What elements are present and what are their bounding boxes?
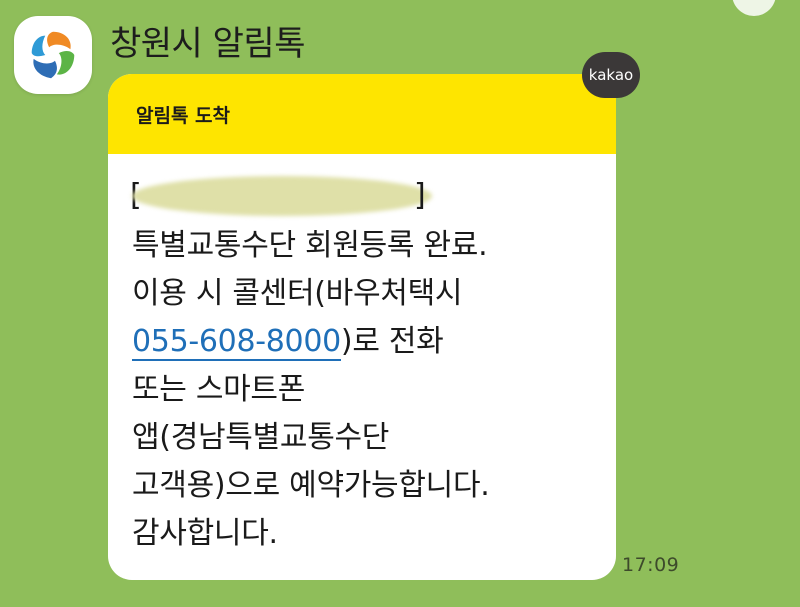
phone-number-link[interactable]: 055-608-8000 (132, 324, 341, 361)
message-line-1: 특별교통수단 회원등록 완료. (132, 228, 488, 263)
sender-name: 창원시 알림톡 (110, 24, 306, 64)
message-line-5: 앱(경남특별교통수단 (132, 420, 390, 455)
message-header: 알림톡 도착 (108, 74, 616, 154)
message-body: [ ] 특별교통수단 회원등록 완료. 이용 시 콜센터(바우처택시 055-6… (108, 154, 616, 558)
message-line-7: 감사합니다. (132, 516, 278, 551)
message-timestamp: 17:09 (622, 554, 680, 576)
redacted-text-blur (132, 176, 432, 216)
phone-suffix-text: )로 전화 (340, 324, 444, 359)
message-line-2: 이용 시 콜센터(바우처택시 (132, 276, 463, 311)
masked-text-line: [ ] (130, 176, 596, 216)
top-right-button[interactable] (732, 0, 776, 16)
changwon-city-logo-icon (31, 31, 75, 79)
message-header-title: 알림톡 도착 (136, 104, 231, 127)
message-line-6: 고객용)으로 예약가능합니다. (132, 468, 490, 503)
message-line-4: 또는 스마트폰 (132, 372, 306, 407)
message-card: 알림톡 도착 [ ] 특별교통수단 회원등록 완료. 이용 시 콜센터(바우처택… (108, 74, 616, 580)
message-line-phone: 055-608-8000)로 전화 (132, 318, 596, 366)
masked-bracket-close: ] (414, 178, 426, 213)
sender-avatar[interactable] (14, 16, 92, 94)
kakao-badge: kakao (582, 52, 640, 98)
